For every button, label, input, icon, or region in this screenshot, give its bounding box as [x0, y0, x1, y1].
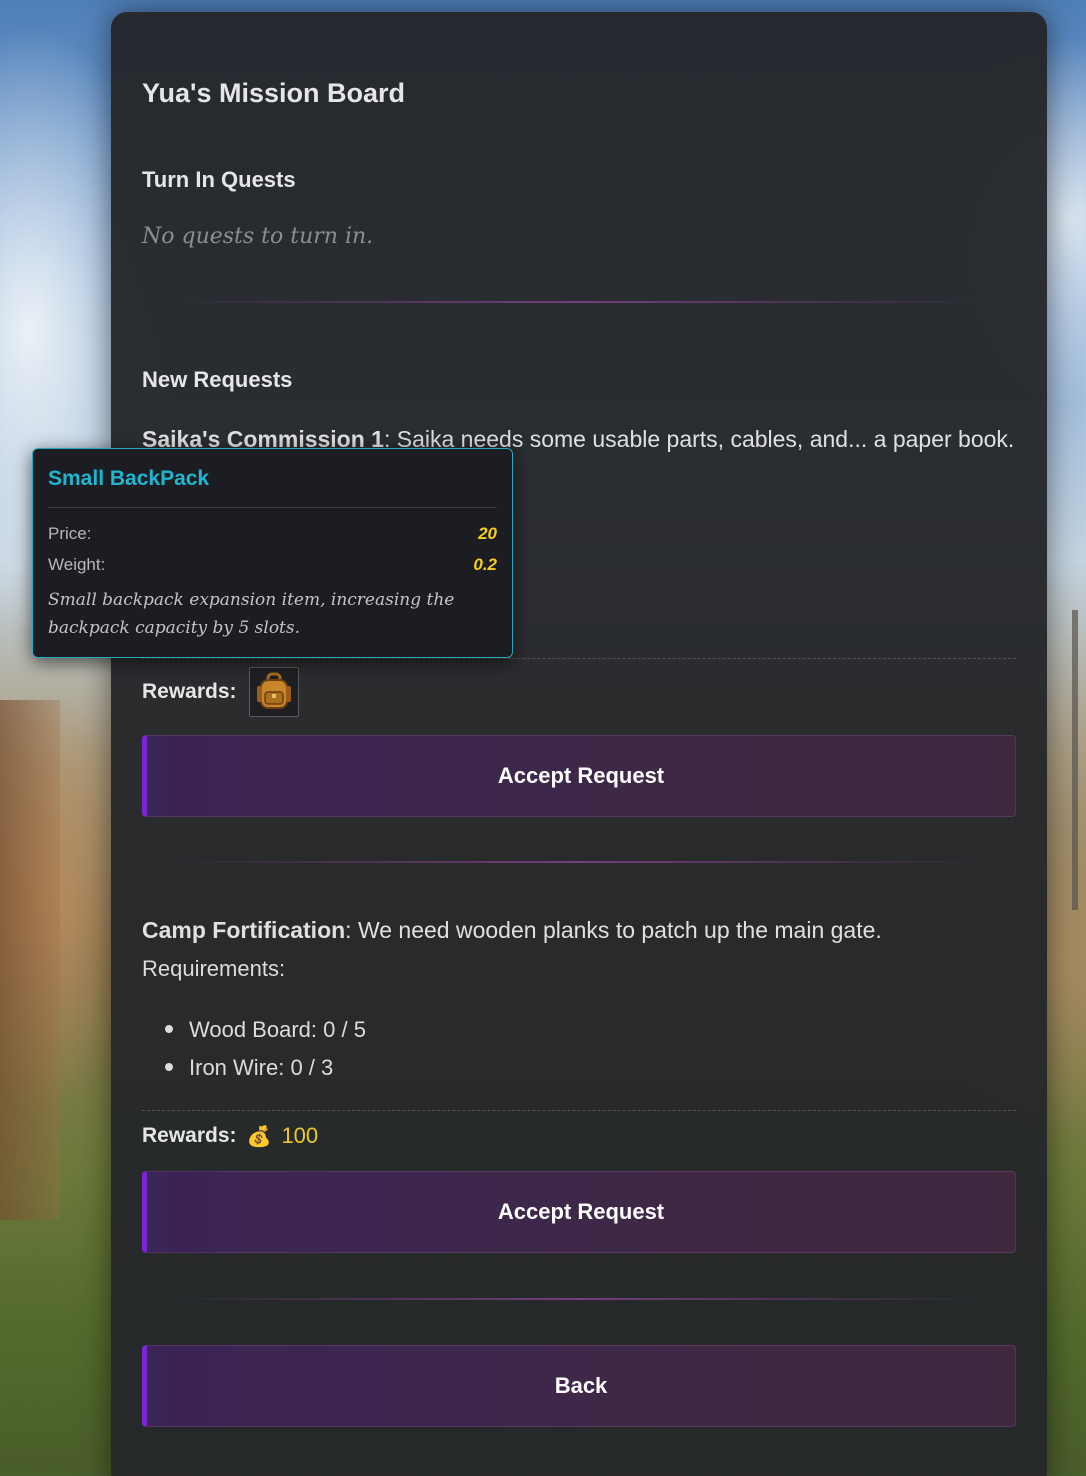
coin-reward-amount: 100 [281, 1123, 319, 1148]
quest-rewards: Rewards: [142, 667, 299, 717]
mission-board-panel: Yua's Mission Board Turn In Quests No qu… [111, 12, 1047, 1476]
section-divider [171, 301, 987, 303]
price-label: Price: [48, 523, 92, 543]
requirements-label: Requirements: [142, 956, 286, 981]
tooltip-description: Small backpack expansion item, increasin… [48, 590, 455, 638]
rewards-label: Rewards: [142, 680, 237, 703]
new-requests-heading: New Requests [142, 367, 293, 392]
accept-request-button[interactable]: Accept Request [142, 735, 1016, 817]
money-bag-icon: 💰 [246, 1125, 272, 1148]
quest-rewards: Rewards: 💰 100 [142, 1123, 318, 1149]
quest-summary: Camp Fortification: We need wooden plank… [142, 917, 882, 944]
item-tooltip: Small BackPack Price: 20 Weight: 0.2 Sma… [32, 448, 513, 658]
quest-description: : We need wooden planks to patch up the … [345, 917, 882, 943]
requirement-item: Iron Wire: 0 / 3 [165, 1049, 366, 1087]
tooltip-title: Small BackPack [48, 467, 210, 490]
backpack-icon[interactable] [248, 667, 299, 717]
turn-in-heading: Turn In Quests [142, 167, 296, 192]
requirements-list: Wood Board: 0 / 5 Iron Wire: 0 / 3 [165, 1011, 366, 1087]
requirement-item: Wood Board: 0 / 5 [165, 1011, 366, 1049]
tooltip-price-row: Price: 20 [48, 518, 497, 549]
board-title: Yua's Mission Board [142, 78, 405, 108]
section-divider [171, 861, 987, 863]
weight-value: 0.2 [473, 554, 497, 574]
price-value: 20 [478, 523, 497, 543]
background-ruins [0, 700, 60, 1220]
rewards-separator [142, 1110, 1016, 1111]
tooltip-divider [48, 507, 497, 508]
rewards-label: Rewards: [142, 1124, 237, 1147]
turn-in-empty-message: No quests to turn in. [142, 224, 374, 249]
weight-label: Weight: [48, 554, 106, 574]
accept-request-button[interactable]: Accept Request [142, 1171, 1016, 1253]
back-button[interactable]: Back [142, 1345, 1016, 1427]
rewards-separator [142, 658, 1016, 659]
quest-name: Camp Fortification [142, 917, 346, 943]
background-pole [1072, 610, 1078, 910]
tooltip-weight-row: Weight: 0.2 [48, 549, 497, 580]
section-divider [171, 1298, 987, 1300]
